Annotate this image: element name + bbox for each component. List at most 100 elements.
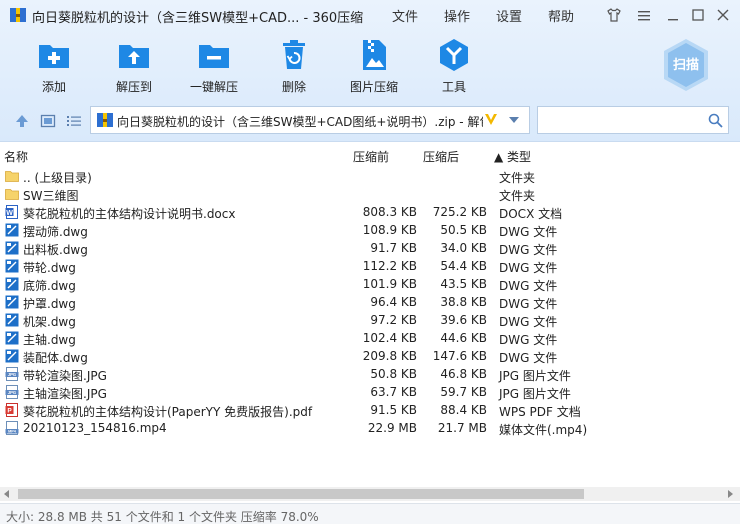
close-icon[interactable] xyxy=(715,7,731,23)
scroll-left-arrow-icon[interactable] xyxy=(4,490,9,498)
file-row[interactable]: JPG 带轮渲染图.JPG 50.8 KB 46.8 KB JPG 图片文件 xyxy=(0,365,740,383)
add-button[interactable]: 添加 xyxy=(19,38,89,96)
file-name: 装配体.dwg xyxy=(23,351,88,365)
scrollbar-thumb[interactable] xyxy=(18,489,584,499)
file-type: WPS PDF 文档 xyxy=(499,405,581,419)
dwg-icon xyxy=(5,277,19,291)
file-size-before: 50.8 KB xyxy=(370,367,417,381)
file-size-after: 21.7 MB xyxy=(437,421,487,435)
file-name: 葵花脱粒机的主体结构设计(PaperYY 免费版报告).pdf xyxy=(23,405,313,419)
file-type: DWG 文件 xyxy=(499,315,558,329)
file-size-after: 54.4 KB xyxy=(440,259,487,273)
extract-to-button[interactable]: 解压到 xyxy=(99,38,169,96)
file-type: DWG 文件 xyxy=(499,261,558,275)
file-row[interactable]: W 葵花脱粒机的主体结构设计说明书.docx 808.3 KB 725.2 KB DOC… xyxy=(0,203,740,221)
file-size-before: 101.9 KB xyxy=(362,277,417,291)
file-size-before: 112.2 KB xyxy=(362,259,417,273)
one-click-extract-button[interactable]: 一键解压 xyxy=(179,38,249,96)
maximize-icon[interactable] xyxy=(690,7,706,23)
file-row[interactable]: 摆动筛.dwg 108.9 KB 50.5 KB DWG 文件 xyxy=(0,221,740,239)
tools-button[interactable]: 工具 xyxy=(419,38,489,96)
pdf-icon: P xyxy=(5,403,19,417)
file-type: DWG 文件 xyxy=(499,225,558,239)
extract-folder-icon xyxy=(119,45,149,68)
horizontal-scrollbar[interactable] xyxy=(0,487,740,501)
image-zip-icon xyxy=(363,40,386,70)
file-size-after: 44.6 KB xyxy=(440,331,487,345)
check-v-icon[interactable] xyxy=(483,111,499,127)
scan-label: 扫描 xyxy=(672,58,699,73)
menu-help[interactable]: 帮助 xyxy=(548,6,574,25)
search-input[interactable] xyxy=(537,106,729,134)
file-type: DWG 文件 xyxy=(499,333,558,347)
file-list: .. (上级目录) 文件夹 SW三维图 文件夹 W 葵花脱粒机的主体结构设计说明书.doc… xyxy=(0,167,740,437)
scan-button[interactable]: 扫描 xyxy=(662,38,710,92)
file-size-before: 63.7 KB xyxy=(370,385,417,399)
add-label: 添加 xyxy=(41,80,66,94)
file-type: DWG 文件 xyxy=(499,279,558,293)
column-type[interactable]: ▲ 类型 xyxy=(494,148,531,165)
scroll-right-arrow-icon[interactable] xyxy=(728,490,733,498)
file-size-before: 91.7 KB xyxy=(370,241,417,255)
file-name: 机架.dwg xyxy=(23,315,76,329)
menu-operate[interactable]: 操作 xyxy=(444,6,470,25)
list-view-icon[interactable] xyxy=(66,113,82,129)
column-compressed-after[interactable]: 压缩后 xyxy=(423,148,459,165)
thumbnail-view-icon[interactable] xyxy=(40,113,56,129)
file-size-before: 22.9 MB xyxy=(367,421,417,435)
dwg-icon xyxy=(5,223,19,237)
file-row[interactable]: 护罩.dwg 96.4 KB 38.8 KB DWG 文件 xyxy=(0,293,740,311)
folder-icon xyxy=(5,187,19,201)
jpg-icon: JPG xyxy=(5,385,19,399)
image-compress-button[interactable]: 图片压缩 xyxy=(339,38,409,96)
file-type: DWG 文件 xyxy=(499,243,558,257)
file-size-before: 96.4 KB xyxy=(370,295,417,309)
file-row[interactable]: SW三维图 文件夹 xyxy=(0,185,740,203)
dwg-icon xyxy=(5,241,19,255)
list-header: 名称 压缩前 压缩后 ▲ 类型 xyxy=(0,145,740,165)
dwg-icon xyxy=(5,313,19,327)
column-compressed-before[interactable]: 压缩前 xyxy=(353,148,389,165)
file-size-before: 808.3 KB xyxy=(362,205,417,219)
jpg-icon: JPG xyxy=(5,367,19,381)
file-row[interactable]: 机架.dwg 97.2 KB 39.6 KB DWG 文件 xyxy=(0,311,740,329)
file-size-before: 108.9 KB xyxy=(362,223,417,237)
up-arrow-icon[interactable] xyxy=(14,113,30,129)
status-text: 大小: 28.8 MB 共 51 个文件和 1 个文件夹 压缩率 78.0% xyxy=(6,510,319,524)
menu-file[interactable]: 文件 xyxy=(392,6,418,25)
mp4-icon: MP4 xyxy=(5,421,19,435)
svg-text:P: P xyxy=(7,408,12,415)
file-row[interactable]: 底筛.dwg 101.9 KB 43.5 KB DWG 文件 xyxy=(0,275,740,293)
shirt-skin-icon[interactable] xyxy=(606,7,622,23)
docx-icon: W xyxy=(5,205,19,219)
archive-logo-icon xyxy=(10,8,26,22)
file-size-after: 50.5 KB xyxy=(440,223,487,237)
svg-text:JPG: JPG xyxy=(8,372,16,377)
minimize-icon[interactable] xyxy=(665,7,681,23)
file-row[interactable]: P 葵花脱粒机的主体结构设计(PaperYY 免费版报告).pdf 91.5 KB 8… xyxy=(0,401,740,419)
add-folder-icon xyxy=(39,45,69,68)
chevron-down-icon[interactable] xyxy=(509,117,519,123)
tools-hexagon-icon xyxy=(440,39,468,71)
file-name: 护罩.dwg xyxy=(23,297,76,311)
file-type: DOCX 文档 xyxy=(499,207,563,221)
search-icon[interactable] xyxy=(708,113,723,128)
extract-to-label: 解压到 xyxy=(115,80,152,94)
file-size-before: 102.4 KB xyxy=(362,331,417,345)
file-row[interactable]: 带轮.dwg 112.2 KB 54.4 KB DWG 文件 xyxy=(0,257,740,275)
address-path: 向日葵脱粒机的设计（含三维SW模型+CAD图纸+说明书）.zip - 解包 xyxy=(117,115,483,129)
delete-label: 删除 xyxy=(281,80,306,94)
menu-settings[interactable]: 设置 xyxy=(496,6,522,25)
file-row[interactable]: JPG 主轴渲染图.JPG 63.7 KB 59.7 KB JPG 图片文件 xyxy=(0,383,740,401)
file-row[interactable]: 装配体.dwg 209.8 KB 147.6 KB DWG 文件 xyxy=(0,347,740,365)
file-row[interactable]: 出料板.dwg 91.7 KB 34.0 KB DWG 文件 xyxy=(0,239,740,257)
menu-lines-icon[interactable] xyxy=(636,7,652,23)
file-row[interactable]: MP4 20210123_154816.mp4 22.9 MB 21.7 MB 媒体文件… xyxy=(0,419,740,437)
file-row[interactable]: 主轴.dwg 102.4 KB 44.6 KB DWG 文件 xyxy=(0,329,740,347)
delete-button[interactable]: 删除 xyxy=(259,38,329,96)
address-bar[interactable]: 向日葵脱粒机的设计（含三维SW模型+CAD图纸+说明书）.zip - 解包 xyxy=(90,106,530,134)
file-name: .. (上级目录) xyxy=(23,171,92,185)
column-name[interactable]: 名称 xyxy=(4,148,28,165)
file-row[interactable]: .. (上级目录) 文件夹 xyxy=(0,167,740,185)
window-title: 向日葵脱粒机的设计（含三维SW模型+CAD... - 360压缩 xyxy=(32,11,364,26)
